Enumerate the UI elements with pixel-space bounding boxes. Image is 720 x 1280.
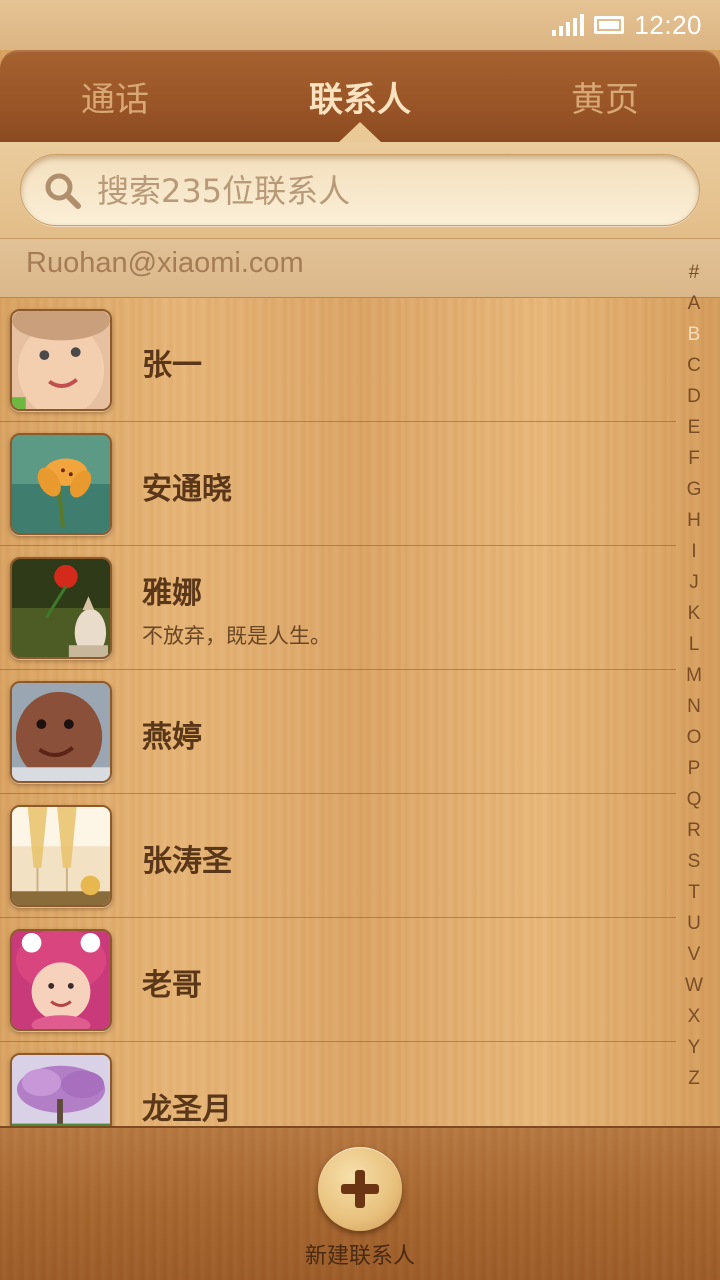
signal-icon xyxy=(552,14,585,36)
plus-icon xyxy=(341,1170,379,1208)
index-letter[interactable]: K xyxy=(676,603,712,625)
index-letter[interactable]: G xyxy=(676,479,712,501)
index-letter[interactable]: Q xyxy=(676,789,712,811)
contact-name: 张一 xyxy=(142,348,202,383)
index-letter[interactable]: R xyxy=(676,820,712,842)
tab-calls[interactable]: 通话 xyxy=(30,50,200,142)
index-letter[interactable]: B xyxy=(676,324,712,346)
contact-avatar[interactable] xyxy=(10,1053,112,1126)
new-contact-button[interactable] xyxy=(318,1147,402,1231)
contact-list[interactable]: 张一 安通晓 雅娜 不放弃，既是人生。 燕婷 张涛圣 老哥 龙圣月 xyxy=(0,298,720,1126)
status-bar: 12:20 xyxy=(0,0,720,50)
index-letter[interactable]: S xyxy=(676,851,712,873)
index-letter[interactable]: O xyxy=(676,727,712,749)
contact-name: 龙圣月 xyxy=(142,1092,232,1126)
status-time: 12:20 xyxy=(634,9,702,40)
index-letter[interactable]: L xyxy=(676,634,712,656)
index-letter[interactable]: C xyxy=(676,355,712,377)
active-tab-indicator xyxy=(339,122,381,142)
index-letter[interactable]: P xyxy=(676,758,712,780)
contact-row[interactable]: 张涛圣 xyxy=(0,794,676,918)
contact-name: 张涛圣 xyxy=(142,844,232,879)
index-letter[interactable]: F xyxy=(676,448,712,470)
contact-avatar[interactable] xyxy=(10,929,112,1031)
index-letter[interactable]: # xyxy=(676,262,712,284)
contact-row[interactable]: 燕婷 xyxy=(0,670,676,794)
alphabet-index[interactable]: # A B C D E F G H I J K L M N O P Q R S … xyxy=(676,262,712,1102)
search-area xyxy=(0,142,720,238)
index-letter[interactable]: N xyxy=(676,696,712,718)
status-indicators: 12:20 xyxy=(552,8,702,42)
contact-name: 安通晓 xyxy=(142,472,232,507)
contact-avatar[interactable] xyxy=(10,309,112,411)
contact-row[interactable]: 老哥 xyxy=(0,918,676,1042)
search-input[interactable] xyxy=(97,165,677,217)
contact-name: 雅娜 xyxy=(142,576,202,611)
contact-avatar[interactable] xyxy=(10,557,112,659)
index-letter[interactable]: I xyxy=(676,541,712,563)
account-email: Ruohan@xiaomi.com xyxy=(26,247,304,279)
index-letter[interactable]: M xyxy=(676,665,712,687)
index-letter[interactable]: W xyxy=(676,975,712,997)
contact-row[interactable]: 安通晓 xyxy=(0,422,676,546)
contact-name: 老哥 xyxy=(142,968,202,1003)
new-contact-label: 新建联系人 xyxy=(304,1244,415,1269)
index-letter[interactable]: V xyxy=(676,944,712,966)
index-letter[interactable]: E xyxy=(676,417,712,439)
index-letter[interactable]: Y xyxy=(676,1037,712,1059)
account-header[interactable]: Ruohan@xiaomi.com xyxy=(0,238,720,298)
index-letter[interactable]: H xyxy=(676,510,712,532)
index-letter[interactable]: J xyxy=(676,572,712,594)
contact-avatar[interactable] xyxy=(10,681,112,783)
contact-row[interactable]: 龙圣月 xyxy=(0,1042,676,1126)
contact-row[interactable]: 雅娜 不放弃，既是人生。 xyxy=(0,546,676,670)
index-letter[interactable]: Z xyxy=(676,1068,712,1090)
contact-row[interactable]: 张一 xyxy=(0,298,676,422)
contact-status-message: 不放弃，既是人生。 xyxy=(142,624,331,648)
tab-yellow-pages[interactable]: 黄页 xyxy=(520,50,690,142)
bottom-bar: 新建联系人 xyxy=(0,1126,720,1280)
index-letter[interactable]: A xyxy=(676,293,712,315)
index-letter[interactable]: T xyxy=(676,882,712,904)
contact-name: 燕婷 xyxy=(142,720,202,755)
index-letter[interactable]: U xyxy=(676,913,712,935)
contact-avatar[interactable] xyxy=(10,805,112,907)
battery-icon xyxy=(594,16,625,34)
index-letter[interactable]: X xyxy=(676,1006,712,1028)
contact-avatar[interactable] xyxy=(10,433,112,535)
search-box[interactable] xyxy=(20,154,700,226)
search-icon xyxy=(45,173,81,209)
index-letter[interactable]: D xyxy=(676,386,712,408)
